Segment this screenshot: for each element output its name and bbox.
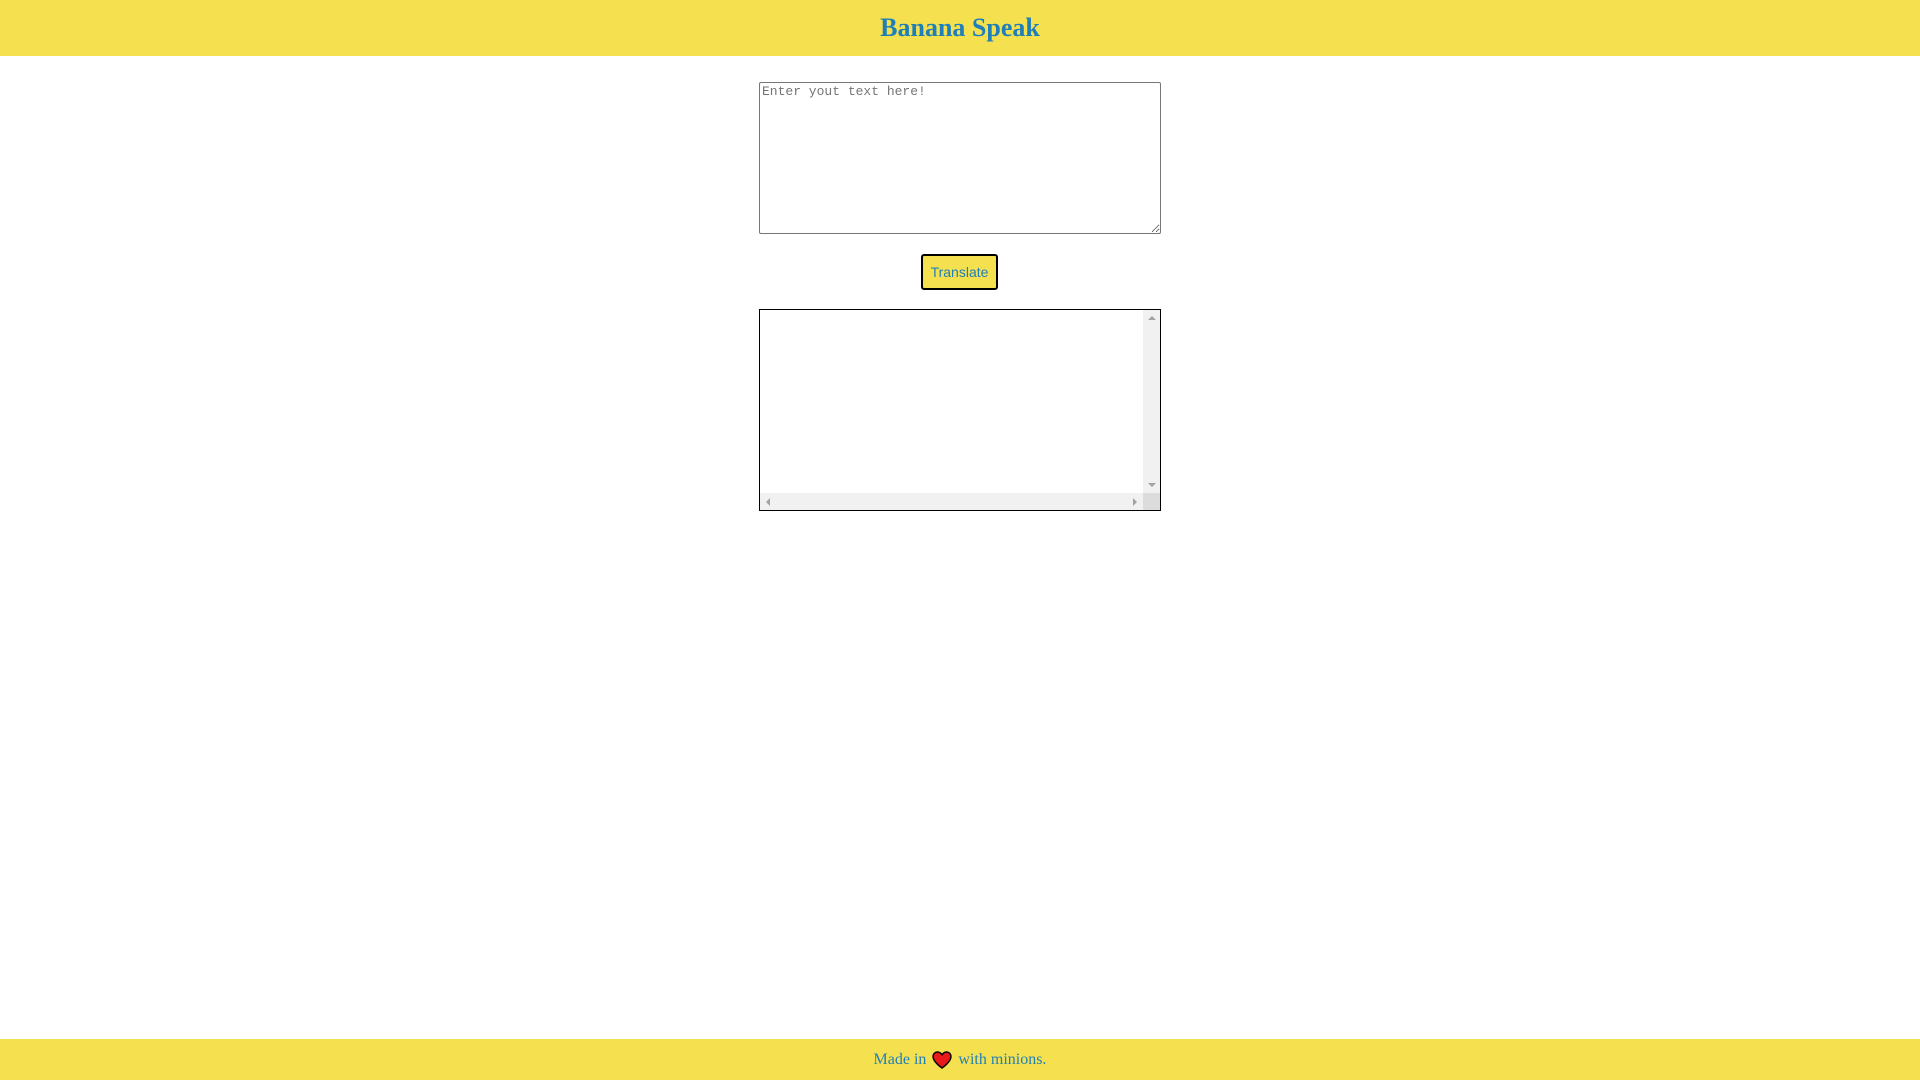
output-text	[760, 310, 1143, 493]
output-box[interactable]	[759, 309, 1161, 511]
scroll-right-arrow-icon[interactable]	[1133, 498, 1137, 506]
scroll-left-arrow-icon[interactable]	[766, 498, 770, 506]
text-input[interactable]	[759, 82, 1161, 234]
translate-button[interactable]: Translate	[921, 254, 998, 290]
footer-suffix: with minions.	[958, 1050, 1047, 1068]
page-title: Banana Speak	[880, 13, 1040, 42]
heart-icon	[932, 1050, 953, 1069]
footer-prefix: Made in	[873, 1050, 927, 1068]
horizontal-scrollbar[interactable]	[760, 493, 1143, 510]
scroll-up-arrow-icon[interactable]	[1148, 316, 1156, 320]
vertical-scrollbar[interactable]	[1143, 310, 1160, 493]
scroll-down-arrow-icon[interactable]	[1148, 483, 1156, 487]
page: Banana Speak Translate Made in with mini…	[0, 0, 1920, 1080]
scrollbar-corner	[1143, 493, 1160, 510]
app-footer: Made in with minions.	[0, 1039, 1920, 1080]
app-header: Banana Speak	[0, 0, 1920, 56]
